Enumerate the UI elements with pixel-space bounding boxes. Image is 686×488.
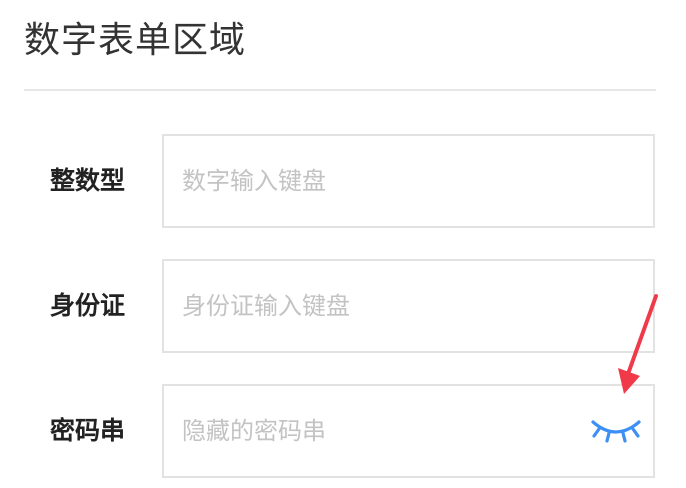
id-card-input-box	[162, 259, 655, 353]
section-divider	[24, 89, 656, 91]
form-row-integer: 整数型	[0, 134, 686, 228]
password-input[interactable]	[164, 386, 653, 476]
red-arrow-annotation	[618, 294, 658, 394]
id-card-label: 身份证	[50, 291, 126, 320]
form-row-password: 密码串	[0, 384, 686, 478]
password-label: 密码串	[50, 416, 126, 445]
integer-label: 整数型	[50, 166, 126, 195]
password-input-box	[162, 384, 655, 478]
password-visibility-toggle[interactable]	[589, 416, 643, 448]
integer-input-box	[162, 134, 655, 228]
eye-closed-icon	[591, 420, 641, 443]
section-title: 数字表单区域	[24, 20, 247, 61]
form-row-id-card: 身份证	[0, 259, 686, 353]
integer-input[interactable]	[164, 136, 653, 226]
id-card-input[interactable]	[164, 261, 653, 351]
